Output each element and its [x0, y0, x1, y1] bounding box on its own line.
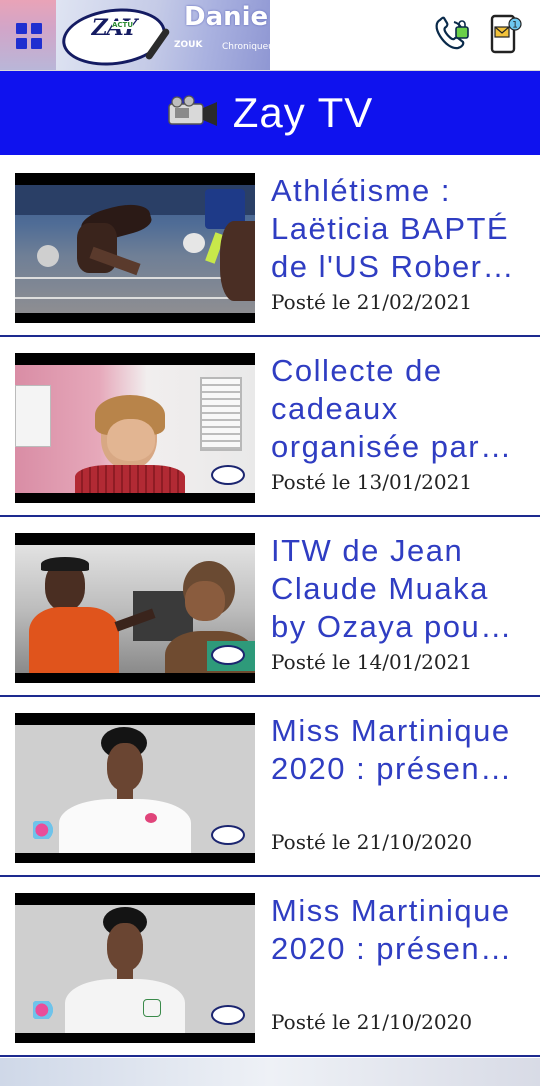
video-item[interactable]: ITW de Jean Claude Muaka by Ozaya pou… P…: [0, 517, 540, 697]
video-date: Posté le 21/10/2020: [271, 830, 473, 854]
video-thumbnail[interactable]: [15, 533, 255, 683]
video-thumbnail[interactable]: [15, 353, 255, 503]
video-item[interactable]: Miss Martinique 2020 : présen… Posté le …: [0, 877, 540, 1057]
video-title[interactable]: Miss Martinique 2020 : présen…: [271, 892, 531, 968]
video-title[interactable]: Collecte de cadeaux organisée par…: [271, 352, 531, 466]
video-date: Posté le 13/01/2021: [271, 470, 473, 494]
flower-logo: [33, 1001, 55, 1019]
top-header: ZAY ACTU Danie ZOUK Chroniqueu 1: [0, 0, 540, 71]
zay-watermark: [211, 1005, 245, 1025]
mobile-mail-icon[interactable]: 1: [486, 14, 526, 60]
video-camera-icon: [167, 94, 219, 132]
video-item[interactable]: Collecte de cadeaux organisée par… Posté…: [0, 337, 540, 517]
header-banner[interactable]: ZAY ACTU Danie ZOUK Chroniqueu: [56, 0, 270, 70]
banner-station: ZOUK: [174, 40, 203, 50]
zay-watermark: [211, 825, 245, 845]
video-thumbnail[interactable]: [15, 893, 255, 1043]
flower-logo: [33, 821, 55, 839]
phone-call-icon[interactable]: [432, 14, 472, 58]
menu-button[interactable]: [0, 0, 56, 70]
video-title[interactable]: Athlétisme : Laëticia BAPTÉ de l'US Robe…: [271, 172, 531, 286]
logo-subtext: ACTU: [112, 21, 134, 29]
zay-watermark: [211, 465, 245, 485]
video-item[interactable]: Miss Martinique 2020 : présen… Posté le …: [0, 697, 540, 877]
video-date: Posté le 14/01/2021: [271, 650, 473, 674]
video-date: Posté le 21/10/2020: [271, 1010, 473, 1034]
video-list: Athlétisme : Laëticia BAPTÉ de l'US Robe…: [0, 157, 540, 1057]
video-date: Posté le 21/02/2021: [271, 290, 473, 314]
section-title-bar: Zay TV: [0, 71, 540, 155]
video-title[interactable]: Miss Martinique 2020 : présen…: [271, 712, 531, 788]
video-thumbnail[interactable]: [15, 713, 255, 863]
banner-name: Danie: [184, 2, 269, 32]
video-thumbnail[interactable]: [15, 173, 255, 323]
svg-text:1: 1: [512, 21, 518, 31]
next-item-peek: [0, 1058, 540, 1086]
banner-caption: Chroniqueu: [222, 42, 270, 52]
page-title: Zay TV: [232, 89, 374, 136]
video-title[interactable]: ITW de Jean Claude Muaka by Ozaya pou…: [271, 532, 531, 646]
zay-watermark: [211, 645, 245, 665]
video-item[interactable]: Athlétisme : Laëticia BAPTÉ de l'US Robe…: [0, 157, 540, 337]
